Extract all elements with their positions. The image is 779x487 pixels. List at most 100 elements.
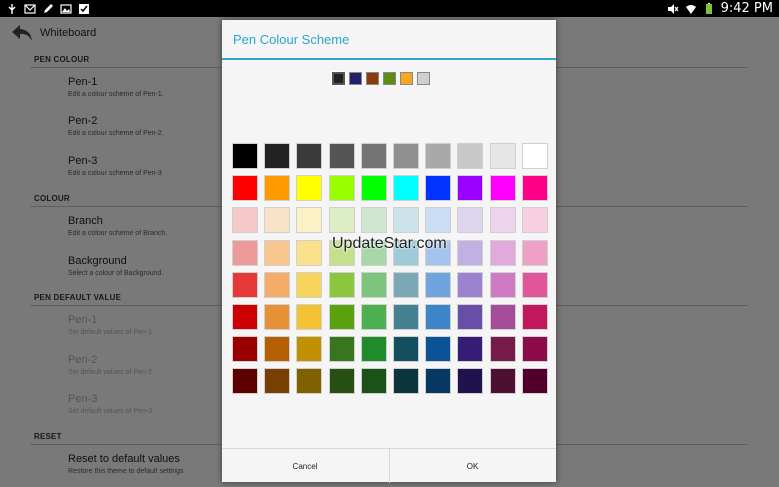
palette-swatch[interactable] [264, 175, 291, 202]
palette-swatch[interactable] [425, 175, 452, 202]
palette-swatch[interactable] [360, 207, 387, 234]
palette-swatch[interactable] [457, 336, 484, 363]
palette-swatch[interactable] [264, 368, 291, 395]
palette-swatch[interactable] [521, 239, 548, 266]
palette-swatch[interactable] [328, 336, 355, 363]
palette-swatch[interactable] [489, 207, 516, 234]
palette-swatch[interactable] [489, 239, 516, 266]
palette-swatch[interactable] [425, 303, 452, 330]
palette-swatch[interactable] [232, 207, 258, 234]
palette-swatch[interactable] [392, 336, 419, 363]
palette-swatch[interactable] [521, 303, 548, 330]
battery-icon [705, 2, 712, 14]
palette-swatch[interactable] [264, 271, 291, 298]
palette-swatch[interactable] [392, 143, 419, 169]
palette-swatch[interactable] [360, 271, 387, 298]
palette-swatch[interactable] [521, 175, 548, 202]
palette-swatch[interactable] [489, 336, 516, 363]
palette-swatch[interactable] [392, 207, 419, 234]
palette-swatch[interactable] [521, 336, 548, 363]
status-bar: 9:42 PM [0, 0, 779, 17]
palette-swatch[interactable] [425, 207, 452, 234]
palette-swatch[interactable] [392, 175, 419, 202]
palette-swatch[interactable] [264, 207, 291, 234]
palette-swatch[interactable] [521, 143, 548, 169]
palette-swatch[interactable] [328, 271, 355, 298]
palette-swatch[interactable] [264, 239, 291, 266]
pen-icon [44, 3, 53, 13]
current-scheme-swatch[interactable] [383, 72, 396, 85]
palette-swatch[interactable] [296, 239, 323, 266]
palette-swatch[interactable] [328, 207, 355, 234]
palette-swatch[interactable] [264, 303, 291, 330]
palette-swatch[interactable] [360, 175, 387, 202]
palette-swatch[interactable] [425, 271, 452, 298]
palette-swatch[interactable] [232, 368, 258, 395]
palette-swatch[interactable] [457, 175, 484, 202]
palette-swatch[interactable] [296, 368, 323, 395]
palette-swatch[interactable] [360, 368, 387, 395]
palette-swatch[interactable] [457, 207, 484, 234]
email-icon [24, 3, 36, 14]
palette-swatch[interactable] [457, 368, 484, 395]
palette-swatch[interactable] [232, 303, 258, 330]
current-scheme-swatch[interactable] [366, 72, 379, 85]
current-scheme-swatch[interactable] [331, 71, 346, 86]
palette-swatch[interactable] [296, 207, 323, 234]
palette-swatch[interactable] [457, 271, 484, 298]
status-right-icons: 9:42 PM [667, 0, 773, 17]
palette-swatch[interactable] [232, 336, 258, 363]
dialog-title: Pen Colour Scheme [233, 32, 350, 47]
current-scheme-swatch[interactable] [349, 72, 362, 85]
palette-swatch[interactable] [296, 143, 323, 169]
current-scheme-swatch[interactable] [400, 72, 413, 85]
palette-swatch[interactable] [264, 336, 291, 363]
palette-swatch[interactable] [392, 271, 419, 298]
palette-swatch[interactable] [489, 271, 516, 298]
pen-colour-scheme-dialog: Pen Colour Scheme UpdateStar.com Cancel … [222, 20, 556, 483]
palette-swatch[interactable] [392, 368, 419, 395]
palette-swatch[interactable] [296, 303, 323, 330]
palette-swatch[interactable] [264, 143, 291, 169]
palette-swatch[interactable] [489, 175, 516, 202]
palette-swatch[interactable] [457, 303, 484, 330]
palette-swatch[interactable] [425, 336, 452, 363]
mute-icon [667, 3, 679, 14]
palette-swatch[interactable] [232, 143, 258, 169]
status-time: 9:42 PM [720, 1, 773, 16]
palette-swatch[interactable] [328, 303, 355, 330]
ok-button[interactable]: OK [389, 449, 555, 483]
palette-swatch[interactable] [360, 303, 387, 330]
palette-swatch[interactable] [328, 143, 355, 169]
palette-swatch[interactable] [489, 143, 516, 169]
palette-swatch[interactable] [489, 303, 516, 330]
current-scheme-swatches [331, 71, 430, 86]
palette-swatch[interactable] [425, 368, 452, 395]
palette-swatch[interactable] [360, 143, 387, 169]
palette-swatch[interactable] [425, 143, 452, 169]
palette-swatch[interactable] [457, 143, 484, 169]
cancel-button[interactable]: Cancel [222, 449, 388, 483]
palette-swatch[interactable] [457, 239, 484, 266]
palette-swatch[interactable] [296, 336, 323, 363]
image-icon [60, 3, 72, 14]
dialog-title-divider [222, 58, 556, 60]
palette-swatch[interactable] [392, 303, 419, 330]
watermark-text: UpdateStar.com [332, 235, 447, 252]
palette-swatch[interactable] [521, 368, 548, 395]
palette-swatch[interactable] [489, 368, 516, 395]
current-scheme-swatch[interactable] [417, 72, 430, 85]
usb-icon [8, 3, 16, 14]
dialog-button-bar: Cancel OK [222, 448, 556, 483]
palette-swatch[interactable] [296, 175, 323, 202]
status-left-icons [6, 0, 90, 17]
palette-swatch[interactable] [328, 368, 355, 395]
palette-swatch[interactable] [296, 271, 323, 298]
palette-swatch[interactable] [521, 207, 548, 234]
palette-swatch[interactable] [232, 271, 258, 298]
palette-swatch[interactable] [521, 271, 548, 298]
palette-swatch[interactable] [232, 175, 258, 202]
palette-swatch[interactable] [232, 239, 258, 266]
palette-swatch[interactable] [360, 336, 387, 363]
palette-swatch[interactable] [328, 175, 355, 202]
